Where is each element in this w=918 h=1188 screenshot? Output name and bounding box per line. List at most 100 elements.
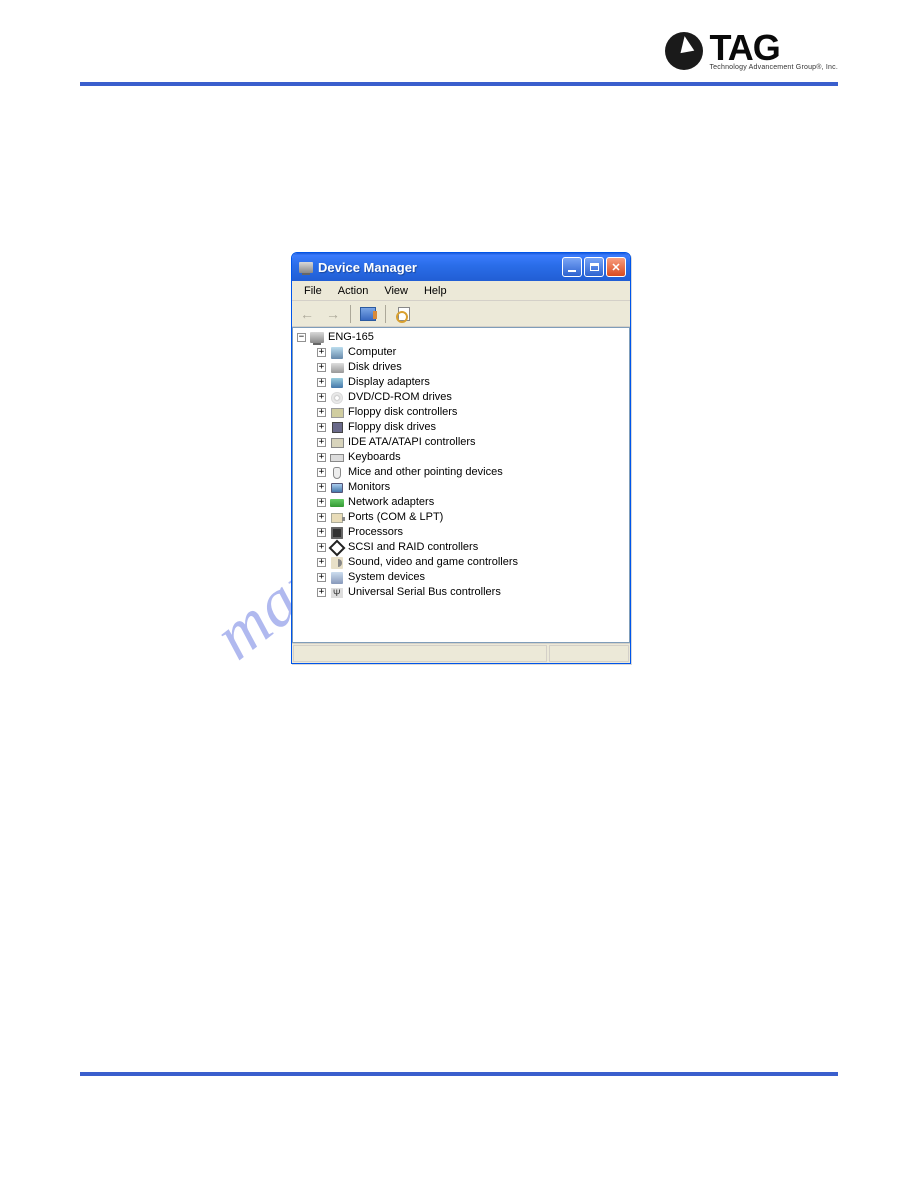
status-panel-main (293, 645, 547, 662)
expand-icon[interactable]: + (317, 378, 326, 387)
expand-icon[interactable]: + (317, 453, 326, 462)
expand-icon[interactable]: + (317, 558, 326, 567)
root-label: ENG-165 (328, 330, 374, 345)
window-title: Device Manager (318, 260, 562, 275)
menu-view[interactable]: View (376, 283, 416, 299)
expand-icon[interactable]: + (317, 588, 326, 597)
menu-file[interactable]: File (296, 283, 330, 299)
toolbar-separator (385, 305, 386, 323)
forward-button[interactable]: → (322, 303, 344, 325)
tree-node[interactable]: + SCSI and RAID controllers (293, 540, 629, 555)
page-logo: TAG Technology Advancement Group®, Inc. (665, 30, 838, 71)
maximize-button[interactable] (584, 257, 604, 277)
scan-hardware-button[interactable] (392, 303, 414, 325)
logo-subtitle: Technology Advancement Group®, Inc. (709, 64, 838, 71)
tree-node[interactable]: + Disk drives (293, 360, 629, 375)
tree-node-label: Floppy disk controllers (348, 405, 457, 420)
collapse-icon[interactable]: − (297, 333, 306, 342)
tree-node[interactable]: + Floppy disk drives (293, 420, 629, 435)
app-icon (298, 259, 314, 275)
tree-node-label: Sound, video and game controllers (348, 555, 518, 570)
tree-node[interactable]: + Ports (COM & LPT) (293, 510, 629, 525)
footer-rule (80, 1072, 838, 1076)
status-panel-side (549, 645, 629, 662)
menubar: File Action View Help (292, 281, 630, 301)
menu-help[interactable]: Help (416, 283, 455, 299)
close-button[interactable]: ✕ (606, 257, 626, 277)
network-icon (329, 496, 345, 510)
tree-node[interactable]: + Network adapters (293, 495, 629, 510)
statusbar (292, 643, 630, 663)
tree-node[interactable]: + Keyboards (293, 450, 629, 465)
expand-icon[interactable]: + (317, 528, 326, 537)
ports-icon (329, 511, 345, 525)
tree-node-label: IDE ATA/ATAPI controllers (348, 435, 476, 450)
tree-node-label: Mice and other pointing devices (348, 465, 503, 480)
header-rule (80, 82, 838, 86)
tree-node[interactable]: + Sound, video and game controllers (293, 555, 629, 570)
mouse-icon (329, 466, 345, 480)
tree-node[interactable]: + Mice and other pointing devices (293, 465, 629, 480)
tree-node-label: Ports (COM & LPT) (348, 510, 443, 525)
tree-node-label: Keyboards (348, 450, 401, 465)
device-tree[interactable]: − ENG-165 + Computer + Disk drives + Display … (292, 327, 630, 643)
titlebar[interactable]: Device Manager ✕ (292, 253, 630, 281)
tree-node-label: Computer (348, 345, 396, 360)
processor-icon (329, 526, 345, 540)
tree-node-label: SCSI and RAID controllers (348, 540, 478, 555)
properties-icon (360, 307, 376, 321)
display-icon (329, 376, 345, 390)
scsi-icon (329, 541, 345, 555)
expand-icon[interactable]: + (317, 348, 326, 357)
tree-node[interactable]: + DVD/CD-ROM drives (293, 390, 629, 405)
tree-node-label: Floppy disk drives (348, 420, 436, 435)
tree-node-label: Processors (348, 525, 403, 540)
logo-mark-icon (665, 32, 703, 70)
tree-node-label: Disk drives (348, 360, 402, 375)
dvd-icon (329, 391, 345, 405)
expand-icon[interactable]: + (317, 363, 326, 372)
keyboard-icon (329, 451, 345, 465)
sound-icon (329, 556, 345, 570)
expand-icon[interactable]: + (317, 393, 326, 402)
tree-node-label: Network adapters (348, 495, 434, 510)
menu-action[interactable]: Action (330, 283, 377, 299)
expand-icon[interactable]: + (317, 408, 326, 417)
ide-icon (329, 436, 345, 450)
expand-icon[interactable]: + (317, 468, 326, 477)
tree-root-node[interactable]: − ENG-165 (293, 330, 629, 345)
toolbar-separator (350, 305, 351, 323)
logo-text: TAG (709, 30, 838, 66)
expand-icon[interactable]: + (317, 543, 326, 552)
expand-icon[interactable]: + (317, 483, 326, 492)
tree-node-label: DVD/CD-ROM drives (348, 390, 452, 405)
tree-node-label: Monitors (348, 480, 390, 495)
tree-node[interactable]: + Universal Serial Bus controllers (293, 585, 629, 600)
expand-icon[interactable]: + (317, 438, 326, 447)
scan-icon (396, 307, 410, 321)
tree-node[interactable]: + Monitors (293, 480, 629, 495)
floppy-icon (329, 421, 345, 435)
tree-node[interactable]: + IDE ATA/ATAPI controllers (293, 435, 629, 450)
device-manager-window: Device Manager ✕ File Action View Help ←… (291, 252, 631, 664)
usb-icon (329, 586, 345, 600)
tree-node[interactable]: + Processors (293, 525, 629, 540)
monitor-icon (329, 481, 345, 495)
expand-icon[interactable]: + (317, 573, 326, 582)
tree-node-label: Universal Serial Bus controllers (348, 585, 501, 600)
pc-icon (329, 346, 345, 360)
back-button[interactable]: ← (296, 303, 318, 325)
expand-icon[interactable]: + (317, 498, 326, 507)
minimize-button[interactable] (562, 257, 582, 277)
tree-node[interactable]: + Display adapters (293, 375, 629, 390)
tree-node-label: System devices (348, 570, 425, 585)
tree-node[interactable]: + Computer (293, 345, 629, 360)
expand-icon[interactable]: + (317, 513, 326, 522)
tree-node[interactable]: + System devices (293, 570, 629, 585)
properties-button[interactable] (357, 303, 379, 325)
expand-icon[interactable]: + (317, 423, 326, 432)
tree-node-label: Display adapters (348, 375, 430, 390)
floppy-ctrl-icon (329, 406, 345, 420)
disk-icon (329, 361, 345, 375)
tree-node[interactable]: + Floppy disk controllers (293, 405, 629, 420)
